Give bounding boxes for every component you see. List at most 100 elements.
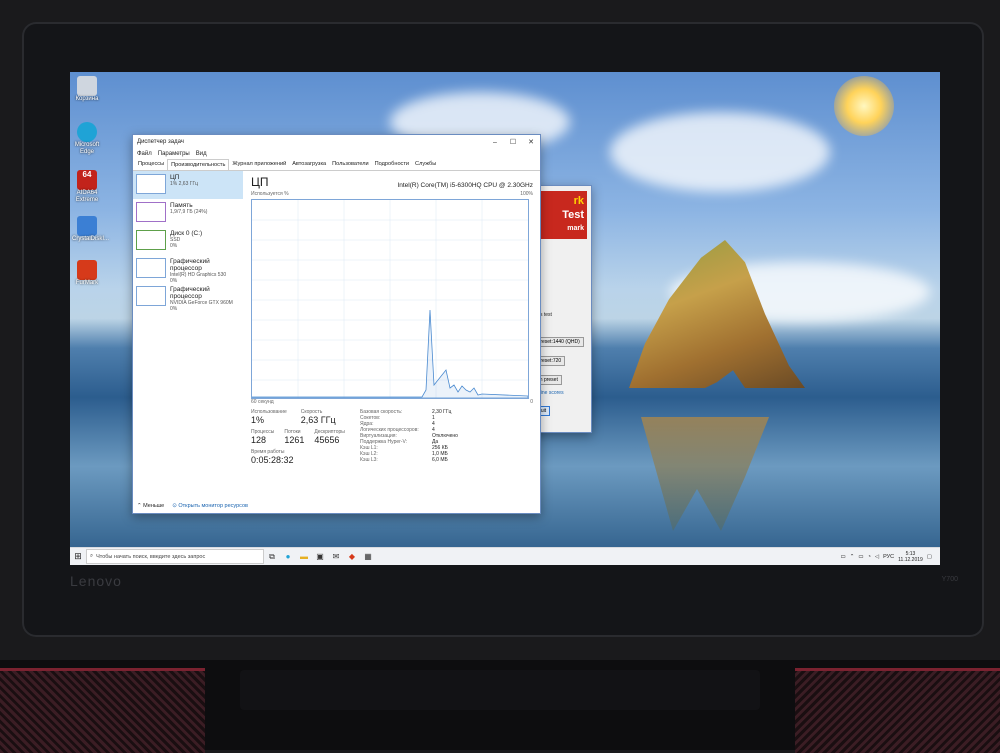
clock-date: 11.12.2019 (898, 556, 923, 563)
sidebar-item-memory[interactable]: Память 1,9/7,9 ГБ (24%) (133, 199, 243, 227)
threads-value: 1261 (284, 435, 305, 445)
sidebar-item-value: 0% (170, 278, 178, 284)
desktop-icon-label: AIDA64 Extreme (75, 190, 99, 203)
system-tray: ▭ ⌃ ▭ ◔ ◁ РУС 5:13 11.12.2019 ▢ (841, 551, 940, 563)
lenovo-logo: Lenovo (70, 573, 122, 589)
title-bar: Диспетчер задач – ☐ ✕ (133, 135, 540, 149)
search-box[interactable]: ⌕ Чтобы начать поиск, введите здесь запр… (86, 549, 264, 564)
fewer-details-label: Меньше (143, 503, 165, 509)
show-hidden-icons-icon[interactable]: ⌃ (850, 554, 855, 560)
edge-taskbar-icon[interactable]: ● (280, 552, 296, 561)
language-indicator[interactable]: РУС (883, 554, 894, 560)
sidebar-item-value: 0% (170, 243, 178, 249)
disk-thumbnail (136, 230, 166, 250)
sidebar-item-label: ЦП (170, 174, 180, 181)
cpu-details: Базовая скорость: 2,30 ГГц Сокетов: 1 Ядра… (356, 409, 533, 465)
mail-icon[interactable]: ✉ (328, 552, 344, 561)
cloud (610, 112, 830, 192)
desktop-icon-label: FurMark (75, 280, 99, 286)
memory-thumbnail (136, 202, 166, 222)
processes-value: 128 (251, 435, 267, 445)
uptime-value: 0:05:28:32 (251, 455, 294, 465)
resource-sidebar: ЦП 1% 2,63 ГГц Память 1,9/7,9 ГБ (24%) Д… (133, 171, 243, 312)
tab-details[interactable]: Подробности (372, 159, 412, 170)
sidebar-item-value: 0% (170, 306, 178, 312)
network-icon[interactable]: ◔ (868, 554, 871, 560)
desktop-icon-crystaldisk[interactable]: CrystalDiskI... (72, 216, 110, 243)
furmark-taskbar-icon[interactable]: ◆ (344, 552, 360, 561)
tab-startup[interactable]: Автозагрузка (289, 159, 329, 170)
battery-icon[interactable]: ▭ (858, 554, 863, 560)
usage-value: 1% (251, 415, 265, 425)
search-icon: ⌕ (90, 553, 94, 559)
task-view-icon[interactable]: ⧉ (264, 552, 280, 562)
menu-file[interactable]: Файл (137, 151, 152, 157)
crystaldisk-icon (77, 216, 97, 236)
fewer-details-button[interactable]: ⌃ Меньше (137, 503, 164, 509)
minimize-icon[interactable]: – (486, 139, 504, 146)
benchmarks-label: ks (533, 321, 589, 327)
sidebar-item-label: Графический процессор (170, 286, 210, 300)
desktop-icon-edge[interactable]: Microsoft Edge (72, 122, 102, 156)
sidebar-item-value: 1,9/7,9 ГБ (24%) (170, 209, 208, 215)
sidebar-item-disk[interactable]: Диск 0 (C:) SSD 0% (133, 227, 243, 255)
menu-view[interactable]: Вид (196, 151, 207, 157)
speed-value: 2,63 ГГц (300, 415, 336, 425)
tab-app-history[interactable]: Журнал приложений (229, 159, 289, 170)
explorer-icon[interactable]: ▬ (296, 552, 312, 561)
taskbar: ⊞ ⌕ Чтобы начать поиск, введите здесь за… (70, 547, 940, 565)
gpu-thumbnail (136, 258, 166, 278)
graph-label: Используется % (251, 191, 289, 197)
panel-title: ЦП (251, 175, 269, 189)
desktop-icon-furmark[interactable]: FurMark (72, 260, 102, 287)
speaker-grille-right (795, 668, 1000, 753)
clock[interactable]: 5:13 11.12.2019 (898, 551, 923, 563)
logo-text: mark (567, 225, 584, 232)
tab-performance[interactable]: Производительность (167, 159, 230, 170)
sidebar-item-gpu-nvidia[interactable]: Графический процессор NVIDIA GeForce GTX… (133, 283, 243, 312)
online-scores-link[interactable]: Online scores (533, 390, 589, 396)
gpu-thumbnail (136, 286, 166, 306)
resource-monitor-label: Открыть монитор ресурсов (178, 503, 248, 509)
store-icon[interactable]: ▣ (312, 552, 328, 561)
cpu-usage-graph (251, 199, 529, 399)
cpu-graph-svg (252, 200, 529, 399)
desktop-icon-aida64[interactable]: 64 AIDA64 Extreme (72, 170, 102, 204)
sidebar-item-cpu[interactable]: ЦП 1% 2,63 ГГц (133, 171, 243, 199)
tab-processes[interactable]: Процессы (135, 159, 167, 170)
cpu-thumbnail (136, 174, 166, 194)
notifications-icon[interactable]: ▢ (927, 554, 932, 560)
tab-services[interactable]: Службы (412, 159, 439, 170)
resource-monitor-link[interactable]: ⊙ Открыть монитор ресурсов (172, 503, 248, 509)
tab-users[interactable]: Пользователи (329, 159, 372, 170)
desktop-icon-label: CrystalDiskI... (72, 236, 110, 242)
detail-value: 6,0 МБ (432, 457, 448, 463)
cpu-panel: ЦП Intel(R) Core(TM) i5-6300HQ CPU @ 2.3… (251, 171, 533, 501)
logo-text: rk (573, 195, 584, 207)
sidebar-item-value: NVIDIA GeForce GTX 960M (170, 300, 233, 306)
handles-value: 45656 (314, 435, 340, 445)
model-logo: Y700 (941, 576, 958, 583)
desktop-icon-recycle-bin[interactable]: Корзина (72, 76, 102, 103)
sidebar-item-label: Память (170, 202, 193, 209)
cpu-model: Intel(R) Core(TM) i5-6300HQ CPU @ 2.30GH… (397, 182, 533, 189)
sidebar-item-gpu-intel[interactable]: Графический процессор Intel(R) HD Graphi… (133, 255, 243, 284)
window-footer: ⌃ Меньше ⊙ Открыть монитор ресурсов (137, 503, 248, 509)
close-icon[interactable]: ✕ (522, 138, 540, 146)
task-manager-window[interactable]: Диспетчер задач – ☐ ✕ Файл Параметры Вид… (132, 134, 541, 514)
logo-text: Test (562, 209, 584, 221)
search-placeholder: Чтобы начать поиск, введите здесь запрос (96, 553, 206, 560)
sidebar-item-label: Графический процессор (170, 258, 210, 272)
volume-icon[interactable]: ◁ (875, 554, 879, 560)
sidebar-item-value: 1% 2,63 ГГц (170, 181, 199, 187)
windows-start-icon[interactable]: ⊞ (70, 551, 86, 562)
menu-options[interactable]: Параметры (158, 151, 190, 157)
furmark-icon (77, 260, 97, 280)
graph-min-label: 0 (530, 399, 533, 405)
desktop-screen: Корзина Microsoft Edge 64 AIDA64 Extreme… (70, 72, 940, 565)
detail-key: Кэш L3: (360, 457, 378, 463)
maximize-icon[interactable]: ☐ (504, 138, 522, 146)
menu-bar: Файл Параметры Вид (133, 149, 540, 159)
tray-app-icon[interactable]: ▭ (841, 554, 846, 560)
task-manager-taskbar-icon[interactable]: ▦ (360, 552, 376, 561)
